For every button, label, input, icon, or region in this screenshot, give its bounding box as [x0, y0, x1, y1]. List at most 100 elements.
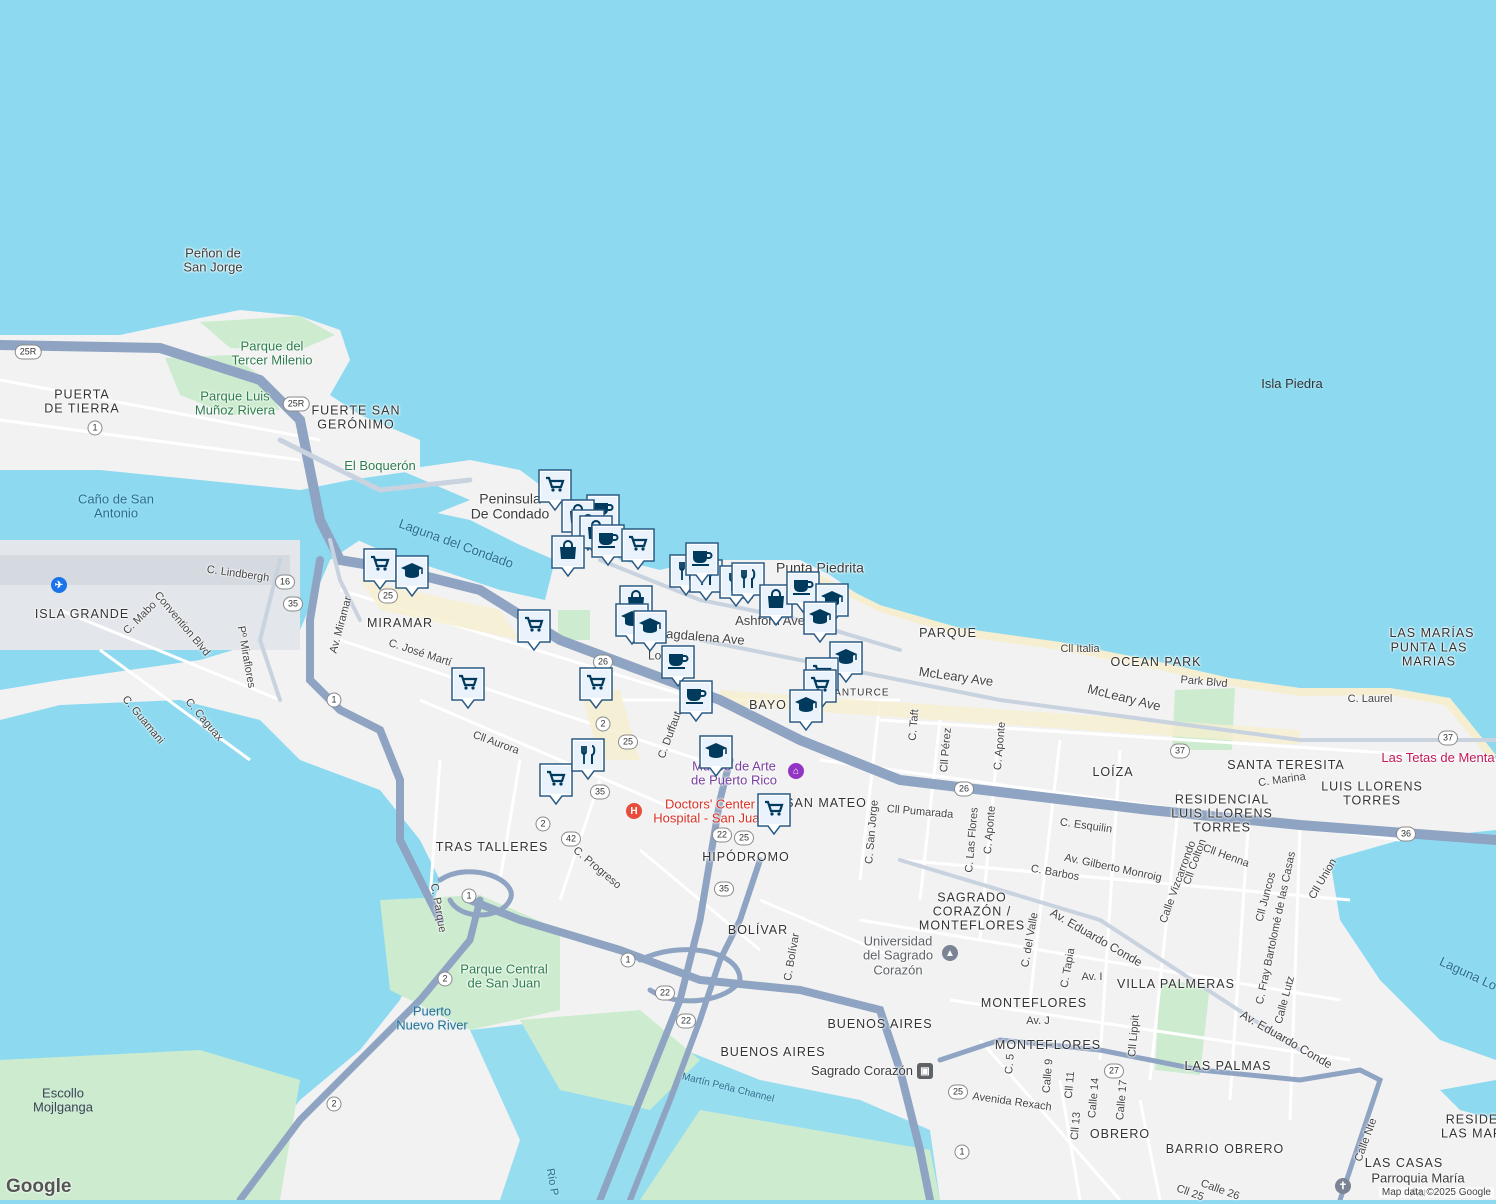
label-punta-las-marias: PUNTA LAS MARIAS — [1390, 640, 1468, 668]
route-shield: 2 — [326, 1096, 342, 1112]
cart-icon — [579, 667, 613, 710]
cart-icon — [621, 528, 655, 571]
label-parque: PARQUE — [919, 626, 977, 641]
label-las-palmas: LAS PALMAS — [1184, 1059, 1272, 1074]
label-doctors: Doctors' Center Hospital - San Juan — [653, 796, 767, 826]
label-reside-las-mar: RESIDE LAS MAR — [1441, 1112, 1496, 1140]
street-laurel: C. Laurel — [1347, 692, 1393, 705]
label-residencial: RESIDENCIAL LUIS LLORENS TORRES — [1171, 792, 1273, 834]
route-shield: 26 — [953, 781, 975, 797]
route-shield: 35 — [589, 784, 611, 800]
school-marker[interactable] — [788, 688, 824, 732]
school-icon — [699, 735, 733, 778]
label-escollo: Escollo Mojlganga — [33, 1085, 93, 1115]
label-villa-palmeras: VILLA PALMERAS — [1117, 977, 1235, 992]
cart-icon — [539, 763, 573, 806]
route-shield: 1 — [326, 692, 342, 708]
label-miramar: MIRAMAR — [366, 616, 434, 631]
label-santa-teresita: SANTA TERESITA — [1227, 758, 1345, 773]
label-parque-tercer: Parque del Tercer Milenio — [231, 338, 313, 368]
cart-icon — [363, 548, 397, 591]
label-monteflores-a: MONTEFLORES — [980, 996, 1088, 1011]
cup-marker[interactable] — [678, 679, 714, 723]
label-sagrado: SAGRADO CORAZÓN / MONTEFLORES — [918, 890, 1026, 932]
hospital-icon[interactable]: H — [626, 803, 642, 819]
cart-icon — [757, 793, 791, 836]
label-luis-llorens: LUIS LLORENS TORRES — [1321, 779, 1423, 807]
cart-marker[interactable] — [450, 666, 486, 710]
label-puerta-tierra: PUERTA DE TIERRA — [44, 387, 120, 415]
airport-icon[interactable]: ✈ — [51, 577, 67, 593]
cart-marker[interactable] — [620, 527, 656, 571]
route-shield: 16 — [274, 574, 296, 590]
label-isla-piedra: Isla Piedra — [1261, 375, 1323, 391]
label-las-marias: LAS MARÍAS — [1389, 626, 1475, 641]
label-parque-munoz: Parque Luis Muñoz Rivera — [194, 388, 276, 418]
route-shield: 37 — [1437, 730, 1459, 746]
route-shield: 1 — [954, 1144, 970, 1160]
label-fuerte: FUERTE SAN GERÓNIMO — [311, 403, 401, 431]
label-buenos-aires-1: BUENOS AIRES — [827, 1017, 933, 1032]
train-station-icon[interactable]: ▣ — [917, 1063, 933, 1079]
route-shield: 25 — [617, 734, 639, 750]
fork-marker[interactable] — [570, 737, 606, 781]
route-shield: 42 — [560, 831, 582, 847]
school-marker[interactable] — [394, 554, 430, 598]
route-shield: 25R — [14, 344, 42, 360]
route-shield: 27 — [1103, 1063, 1125, 1079]
church-icon[interactable]: ✝ — [1335, 1178, 1351, 1194]
school-marker[interactable] — [698, 734, 734, 778]
route-shield: 1 — [620, 952, 636, 968]
cart-marker[interactable] — [516, 608, 552, 652]
label-penon: Peñon de San Jorge — [183, 245, 243, 275]
route-shield: 1 — [87, 420, 103, 436]
museum-icon[interactable]: ⌂ — [788, 763, 804, 779]
cup-icon — [679, 680, 713, 723]
label-puerto-nuevo: Puerto Nuevo River — [396, 1003, 468, 1033]
street-av-i: Av. I — [1081, 970, 1103, 983]
label-ocean-park: OCEAN PARK — [1110, 655, 1202, 670]
label-obrero: OBRERO — [1089, 1127, 1151, 1142]
label-loiza: LOÍZA — [1092, 765, 1134, 780]
route-shield: 22 — [654, 985, 676, 1001]
school-poi-icon[interactable]: ▲ — [942, 945, 958, 961]
street-italia: Cll Italia — [1060, 642, 1100, 655]
label-monteflores-b: MONTEFLORES — [994, 1038, 1102, 1053]
route-shield: 35 — [282, 596, 304, 612]
label-hipodromo: HIPÓDROMO — [702, 850, 790, 865]
cart-marker[interactable] — [362, 547, 398, 591]
cart-marker[interactable] — [756, 792, 792, 836]
street-cll-13: Cll 13 — [1068, 1111, 1084, 1141]
street-av-j: Av. J — [1026, 1014, 1050, 1027]
route-shield: 36 — [1395, 826, 1417, 842]
route-shield: 22 — [711, 827, 733, 843]
bag-marker[interactable] — [550, 534, 586, 578]
label-cano: Caño de San Antonio — [78, 491, 154, 521]
street-c5: C. 5 — [1003, 1053, 1017, 1075]
cup-icon — [685, 542, 719, 585]
route-shield: 2 — [595, 716, 611, 732]
street-cll-11: Cll 11 — [1062, 1070, 1078, 1100]
school-icon — [789, 689, 823, 732]
label-bolivar: BOLÍVAR — [727, 923, 789, 938]
map-credit[interactable]: Map data ©2025 Google — [1378, 1187, 1494, 1198]
label-las-tetas: Las Tetas de Menta — [1381, 749, 1495, 765]
school-icon — [395, 555, 429, 598]
route-shield: 37 — [1169, 743, 1191, 759]
label-san-mateo: SAN MATEO — [785, 796, 867, 811]
label-parque-central: Parque Central de San Juan — [460, 961, 548, 991]
label-tras-talleres: TRAS TALLERES — [435, 840, 549, 855]
label-bayola: BAYO — [749, 698, 787, 713]
label-isla-grande: ISLA GRANDE — [34, 607, 130, 622]
fork-icon — [571, 738, 605, 781]
route-shield: 2 — [535, 816, 551, 832]
route-shield: 35 — [713, 881, 735, 897]
route-shield: 2 — [437, 971, 453, 987]
cart-marker[interactable] — [538, 762, 574, 806]
label-buenos-aires-2: BUENOS AIRES — [720, 1045, 826, 1060]
school-icon — [803, 601, 837, 644]
cart-marker[interactable] — [578, 666, 614, 710]
cup-marker[interactable] — [684, 541, 720, 585]
school-marker[interactable] — [802, 600, 838, 644]
bag-icon — [551, 535, 585, 578]
